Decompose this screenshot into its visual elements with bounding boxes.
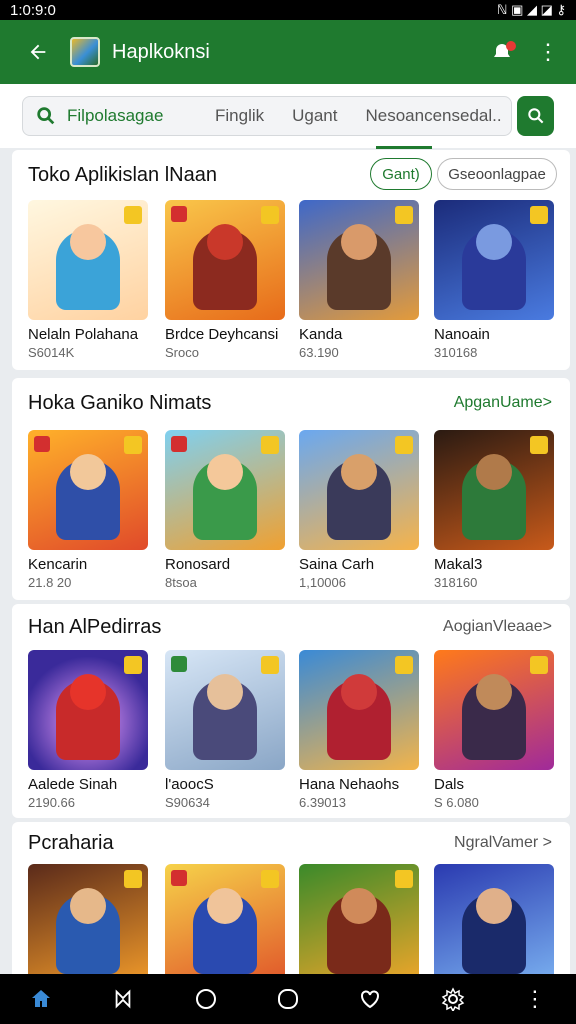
app-card[interactable]: Aalede Sinah 2190.66 xyxy=(28,650,150,810)
notification-dot xyxy=(506,41,516,51)
app-card[interactable] xyxy=(299,864,421,984)
app-card[interactable]: Kanda 63.190 xyxy=(299,200,421,360)
app-card[interactable]: Makal3 318160 xyxy=(434,430,556,590)
notification-icon[interactable] xyxy=(482,32,522,72)
search-input[interactable]: Filpolasagae Finglik Ugant Nesoancenseda… xyxy=(22,96,512,136)
app-price: 318160 xyxy=(434,575,478,590)
search-icon xyxy=(37,107,55,125)
status-time: 1:0:9:0 xyxy=(10,1,56,19)
see-more-link[interactable]: ApganUame> xyxy=(454,394,552,412)
app-name: l'aoocS xyxy=(165,776,214,793)
app-thumbnail xyxy=(165,650,285,770)
app-name: Aalede Sinah xyxy=(28,776,118,793)
app-card[interactable] xyxy=(434,864,556,984)
app-name: Dals xyxy=(434,776,465,793)
settings-icon[interactable] xyxy=(433,987,473,1011)
app-thumbnail xyxy=(434,864,554,984)
filter-tab-1[interactable]: Finglik xyxy=(215,106,264,126)
section-title: Han AlPedirras xyxy=(28,616,162,638)
menu-dots-icon[interactable]: ⋮ xyxy=(515,986,555,1012)
search-button[interactable] xyxy=(517,96,554,136)
app-name: Brdce Deyhcansi xyxy=(165,326,279,343)
app-logo xyxy=(70,37,100,67)
home-icon[interactable] xyxy=(21,987,61,1011)
app-thumbnail xyxy=(28,864,148,984)
app-title: Haplkoknsi xyxy=(112,40,210,63)
circle-icon[interactable] xyxy=(186,987,226,1011)
heart-icon[interactable] xyxy=(350,987,390,1011)
app-thumbnail xyxy=(434,430,554,550)
app-name: Hana Nehaohs xyxy=(299,776,400,793)
app-card[interactable]: Ronosard 8tsoa xyxy=(165,430,287,590)
see-more-link[interactable]: AogianVleaae> xyxy=(443,618,552,636)
app-card[interactable]: Brdce Deyhcansi Sroco xyxy=(165,200,287,360)
section-featured: Han AlPedirras AogianVleaae> Aalede Sina… xyxy=(12,604,570,818)
app-price: 2190.66 xyxy=(28,795,75,810)
app-thumbnail xyxy=(28,200,148,320)
app-price: 63.190 xyxy=(299,345,339,360)
section-top-apps: Toko Aplikislan lNaan Gant) Gseoonlagpae… xyxy=(12,150,570,370)
app-thumbnail xyxy=(434,200,554,320)
section-more: Pcraharia NgralVamer > xyxy=(12,822,570,984)
app-card[interactable] xyxy=(165,864,287,984)
bottom-navigation: ⋮ xyxy=(0,974,576,1024)
tab-indicator xyxy=(376,146,432,149)
search-area: Filpolasagae Finglik Ugant Nesoancenseda… xyxy=(0,84,576,148)
chip-filter-2[interactable]: Gseoonlagpae xyxy=(437,158,557,190)
app-thumbnail xyxy=(165,430,285,550)
app-price: 6.39013 xyxy=(299,795,346,810)
app-name: Ronosard xyxy=(165,556,231,573)
section-game-list: Hoka Ganiko Nimats ApganUame> Kencarin 2… xyxy=(12,378,570,600)
section-title: Toko Aplikislan lNaan xyxy=(28,164,217,186)
section-title: Pcraharia xyxy=(28,832,114,854)
app-card[interactable] xyxy=(28,864,150,984)
more-options-icon[interactable]: ⋮ xyxy=(528,32,568,72)
home-button-icon[interactable] xyxy=(268,987,308,1011)
app-name: Saina Carh xyxy=(299,556,375,573)
filter-tab-2[interactable]: Ugant xyxy=(292,106,337,126)
app-name: Kencarin xyxy=(28,556,88,573)
bookmark-icon[interactable] xyxy=(103,988,143,1010)
app-price: S 6.080 xyxy=(434,795,479,810)
chip-filter-1[interactable]: Gant) xyxy=(370,158,432,190)
app-card[interactable]: Nanoain 310168 xyxy=(434,200,556,360)
app-bar: Haplkoknsi ⋮ xyxy=(0,20,576,84)
app-card[interactable]: l'aoocS S90634 xyxy=(165,650,287,810)
app-thumbnail xyxy=(299,650,419,770)
app-card[interactable]: Nelaln Polahana S6014K xyxy=(28,200,150,360)
app-thumbnail xyxy=(299,864,419,984)
app-thumbnail xyxy=(299,430,419,550)
filter-tab-3[interactable]: Nesoancensedal.. xyxy=(366,106,502,126)
search-button-icon xyxy=(527,108,543,124)
app-thumbnail xyxy=(299,200,419,320)
app-name: Nelaln Polahana xyxy=(28,326,139,343)
search-label: Filpolasagae xyxy=(67,106,164,125)
app-thumbnail xyxy=(165,864,285,984)
app-price: 8tsoa xyxy=(165,575,197,590)
app-name: Kanda xyxy=(299,326,343,343)
app-price: 21.8 20 xyxy=(28,575,72,590)
app-card[interactable]: Dals S 6.080 xyxy=(434,650,556,810)
app-name: Makal3 xyxy=(434,556,483,573)
app-thumbnail xyxy=(434,650,554,770)
app-thumbnail xyxy=(28,430,148,550)
app-card[interactable]: Kencarin 21.8 20 xyxy=(28,430,150,590)
app-thumbnail xyxy=(165,200,285,320)
app-price: 1,10006 xyxy=(299,575,346,590)
section-title: Hoka Ganiko Nimats xyxy=(28,392,212,414)
app-card[interactable]: Saina Carh 1,10006 xyxy=(299,430,421,590)
back-arrow-icon[interactable] xyxy=(14,28,62,76)
see-more-link[interactable]: NgralVamer > xyxy=(454,834,552,852)
app-price: S90634 xyxy=(165,795,210,810)
app-thumbnail xyxy=(28,650,148,770)
app-price: S6014K xyxy=(28,345,75,360)
app-name: Nanoain xyxy=(434,326,490,343)
app-price: 310168 xyxy=(434,345,478,360)
status-bar: 1:0:9:0 ℕ ▣ ◢ ◪ ⚷ xyxy=(0,0,576,20)
app-price: Sroco xyxy=(165,345,199,360)
status-icons: ℕ ▣ ◢ ◪ ⚷ xyxy=(497,2,566,17)
app-card[interactable]: Hana Nehaohs 6.39013 xyxy=(299,650,421,810)
